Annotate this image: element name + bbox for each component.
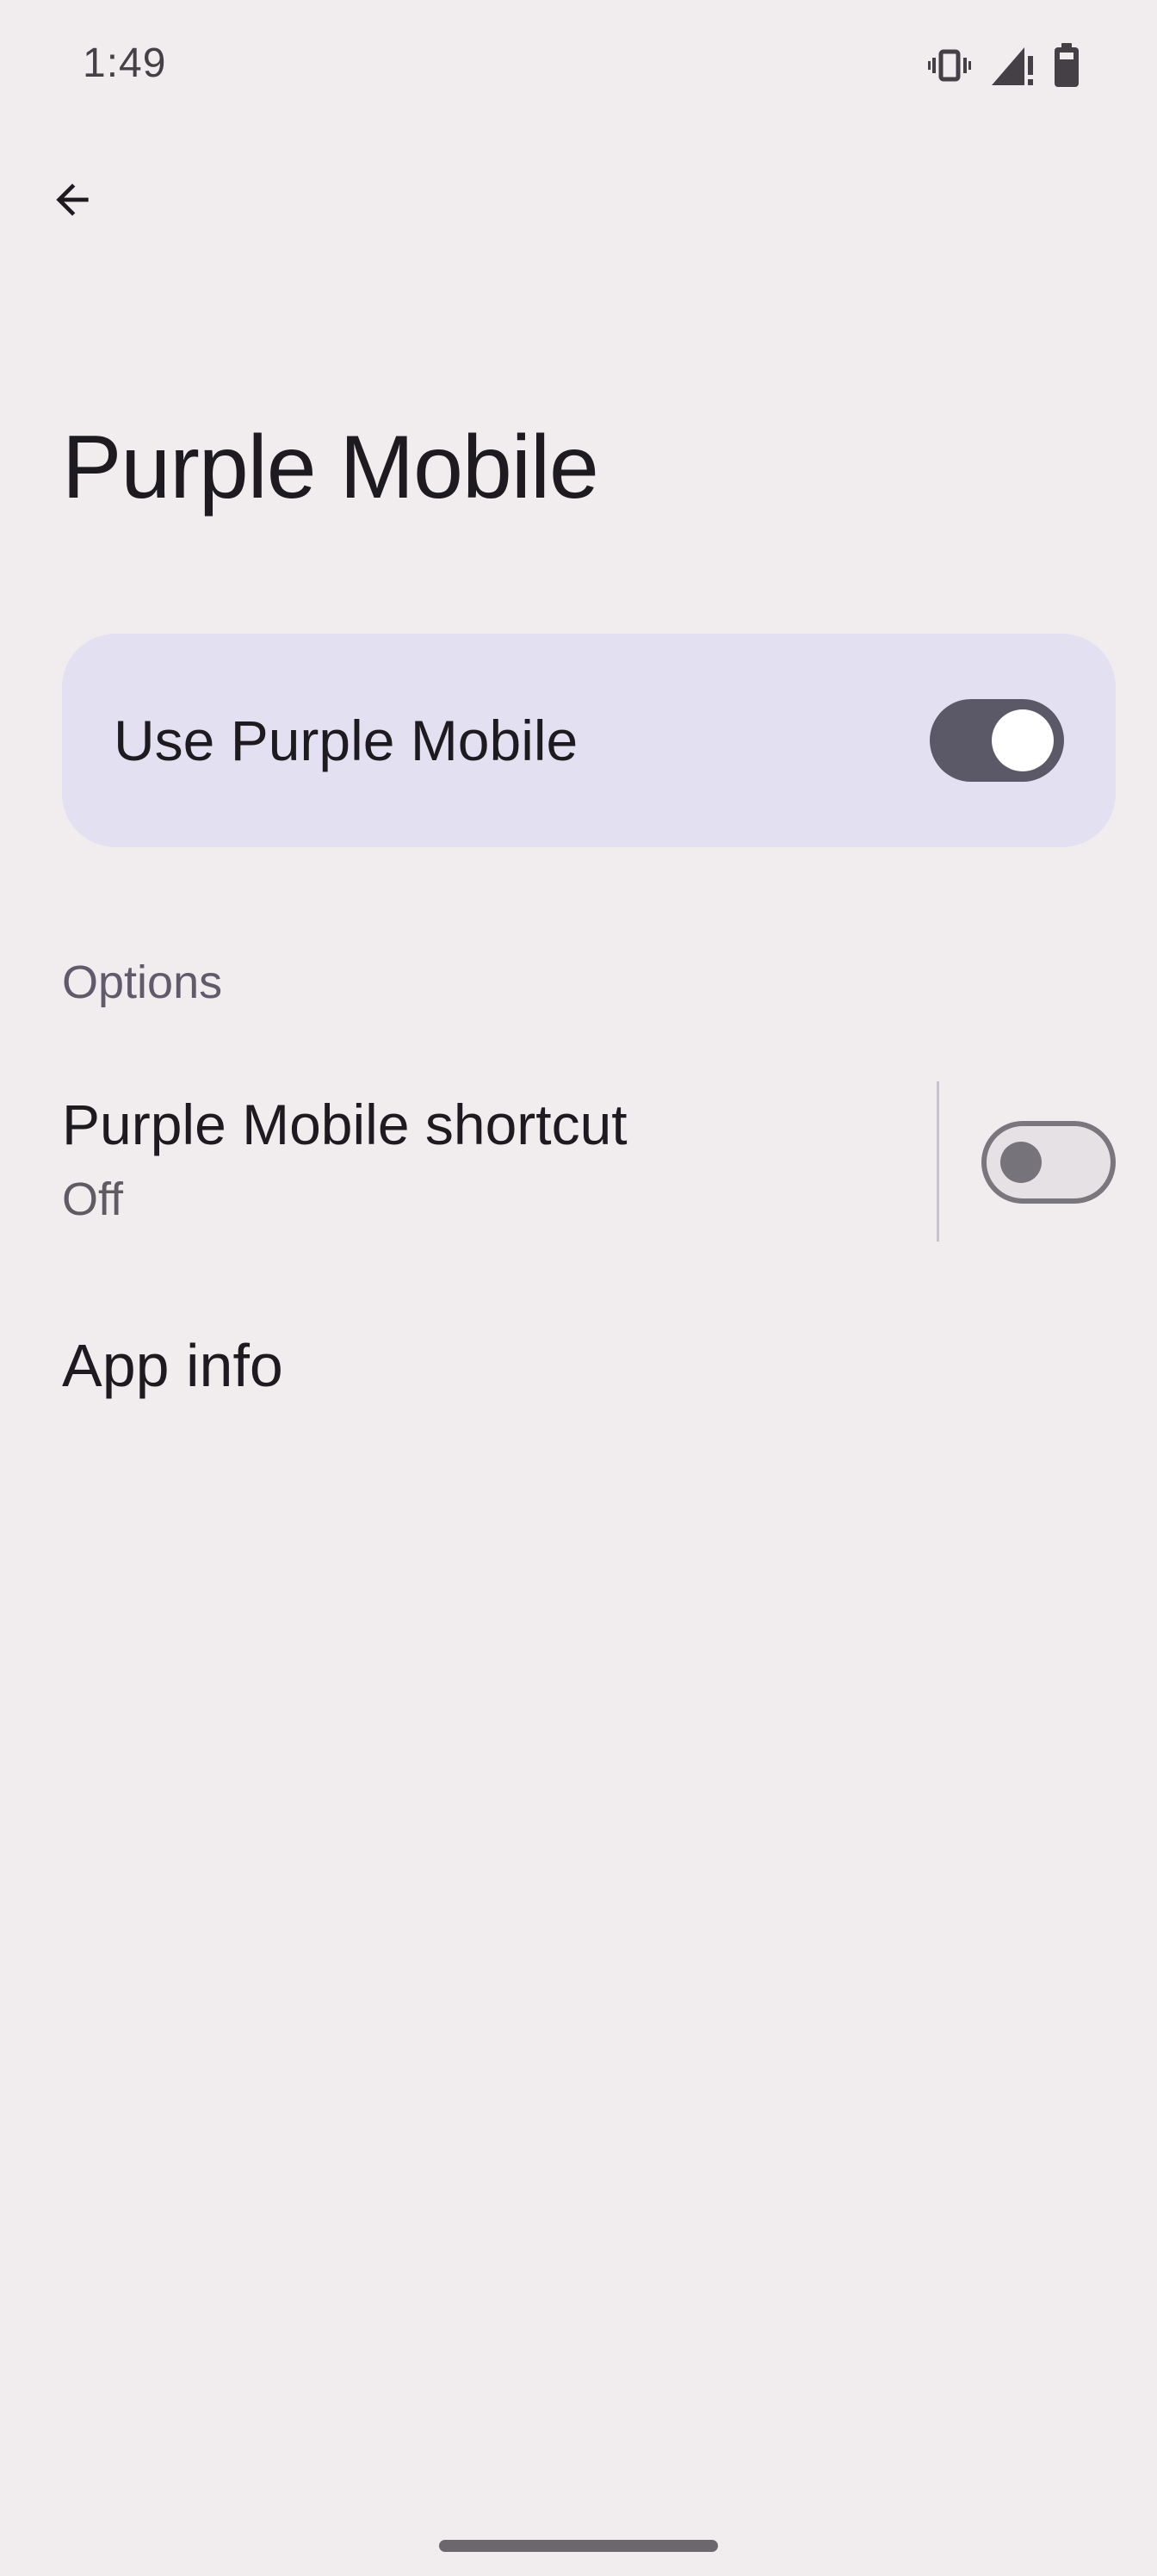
shortcut-preference-row[interactable]: Purple Mobile shortcut Off	[0, 1068, 1157, 1257]
back-button[interactable]	[38, 167, 107, 236]
settings-screen: 1:49 Purple Mobile Use Purple Mobile Opt…	[0, 0, 1157, 2576]
signal-no-service-icon	[990, 44, 1035, 87]
status-icons	[928, 41, 1080, 90]
vertical-divider	[937, 1081, 939, 1242]
main-switch-label: Use Purple Mobile	[114, 709, 578, 772]
gesture-nav-handle[interactable]	[439, 2540, 718, 2552]
arrow-back-icon	[48, 176, 96, 228]
shortcut-title: Purple Mobile shortcut	[62, 1093, 628, 1156]
section-header-options: Options	[62, 957, 223, 1008]
page-title: Purple Mobile	[62, 418, 599, 517]
vibrate-icon	[928, 48, 971, 83]
shortcut-summary: Off	[62, 1173, 124, 1225]
status-time: 1:49	[83, 40, 167, 86]
status-bar: 1:49	[0, 0, 1157, 129]
app-info-label: App info	[62, 1332, 283, 1399]
main-switch-toggle[interactable]	[930, 699, 1064, 782]
shortcut-toggle[interactable]	[981, 1121, 1116, 1204]
battery-icon	[1054, 43, 1080, 88]
toggle-thumb	[992, 709, 1054, 771]
main-switch-card[interactable]: Use Purple Mobile	[62, 634, 1116, 847]
app-info-row[interactable]: App info	[0, 1291, 1157, 1446]
toggle-thumb	[1000, 1142, 1042, 1183]
